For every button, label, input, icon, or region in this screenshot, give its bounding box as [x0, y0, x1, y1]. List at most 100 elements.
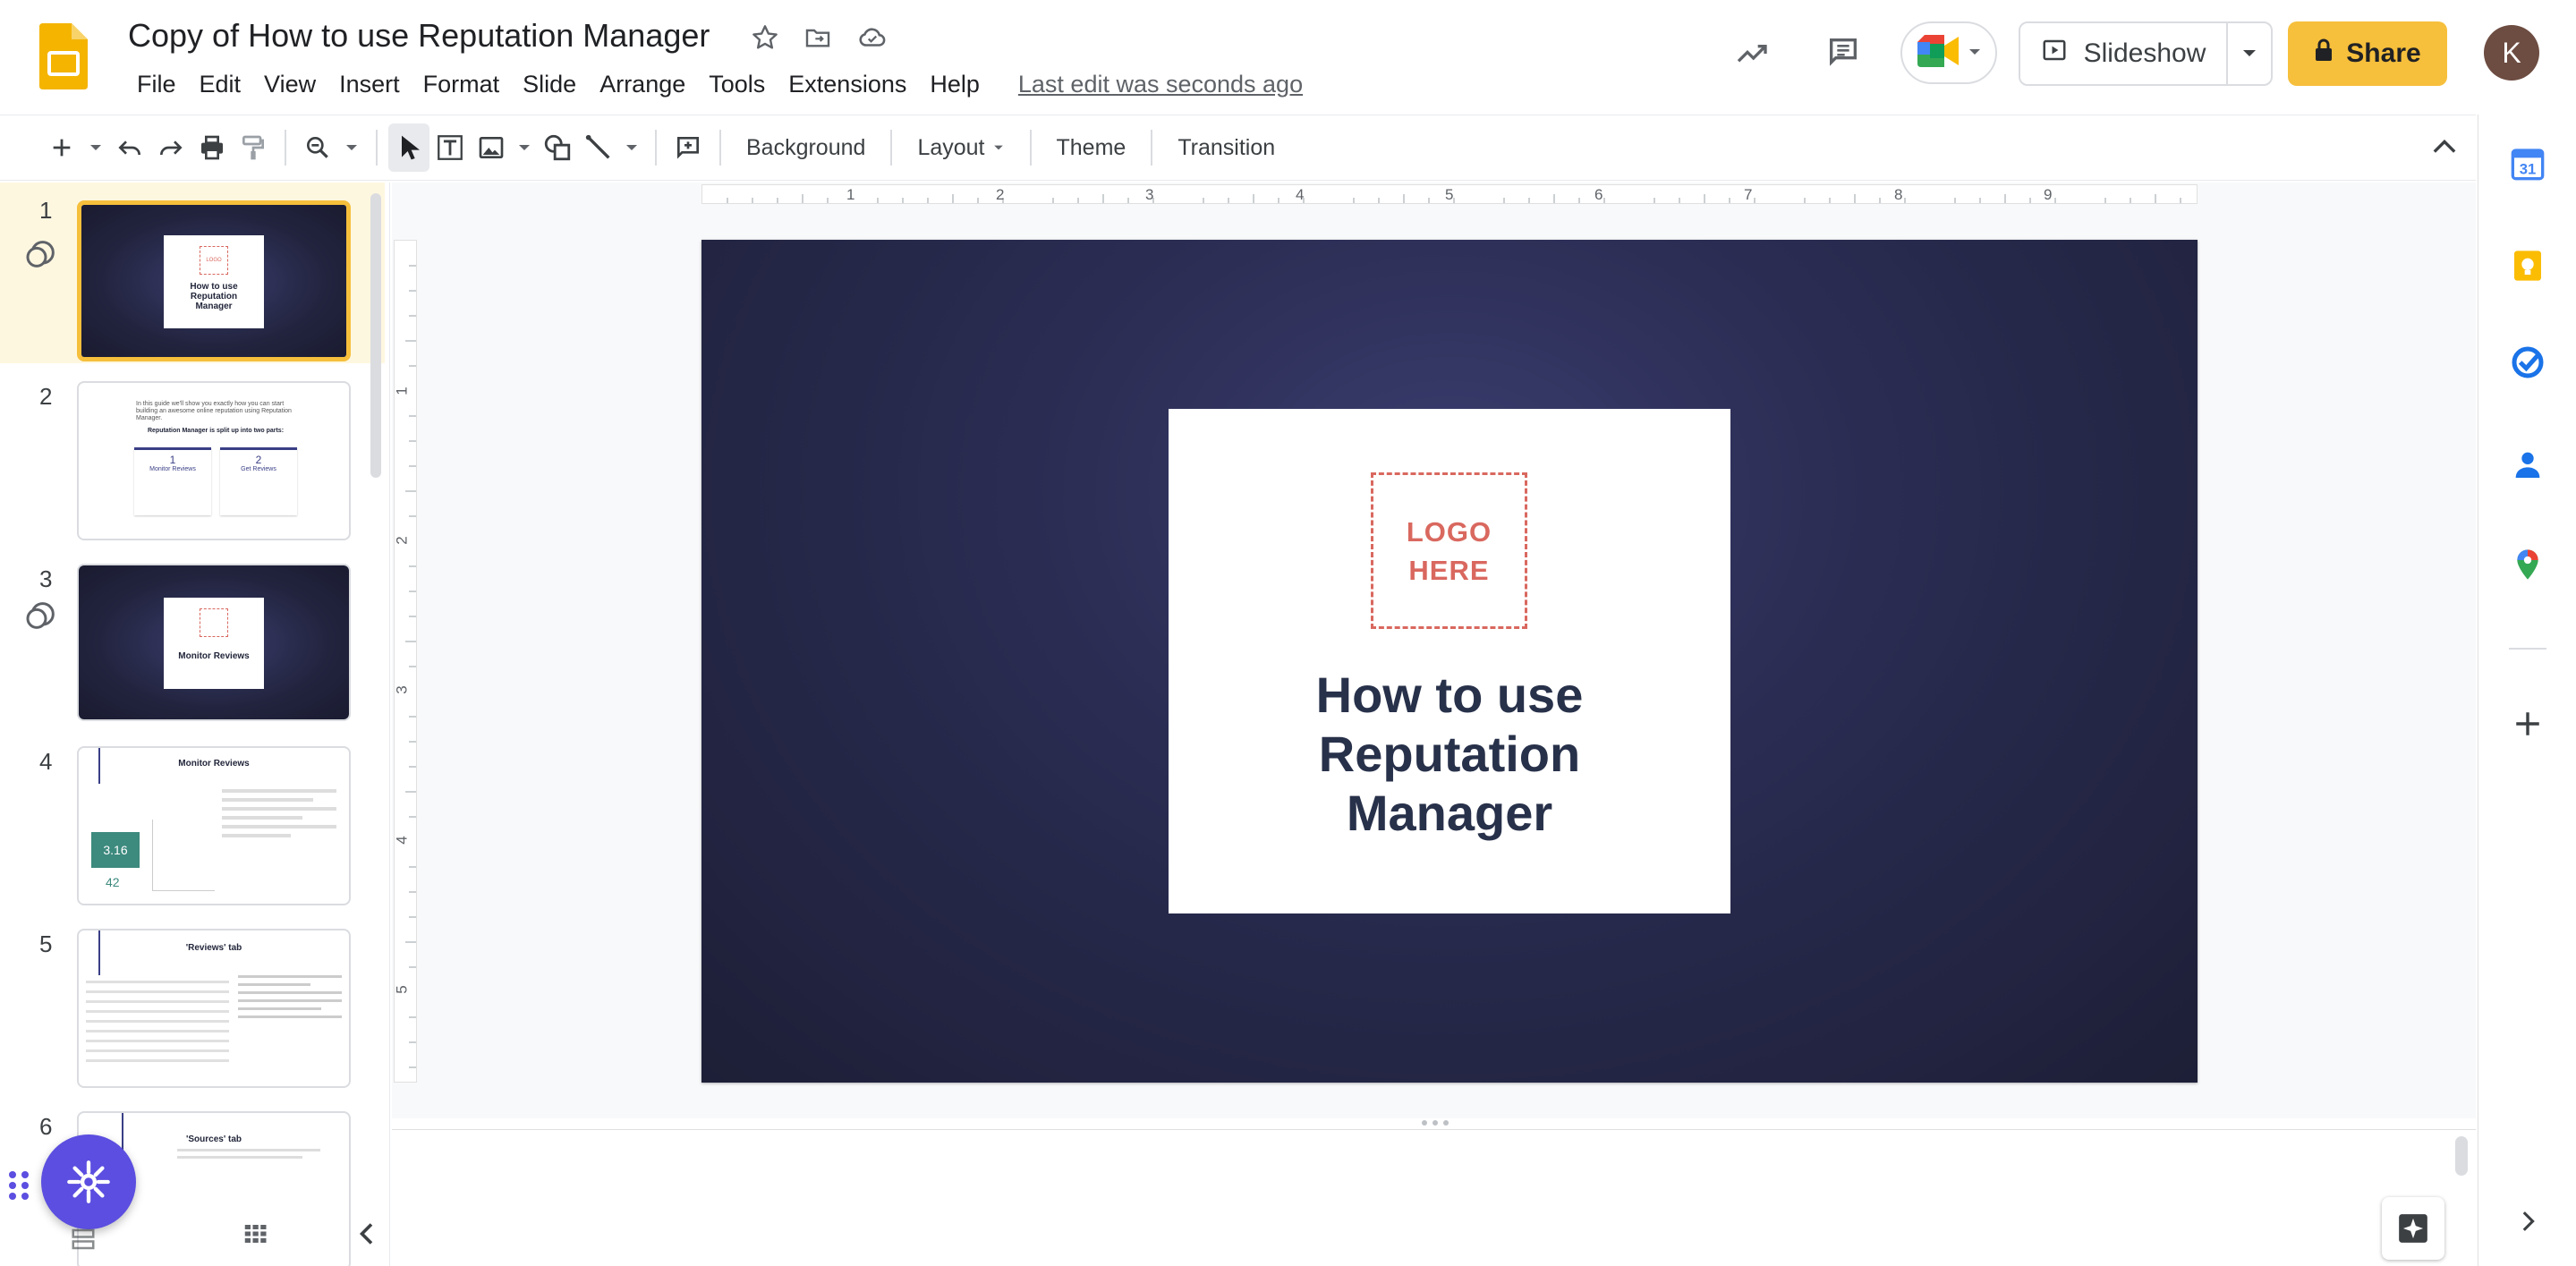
background-button[interactable]: Background [732, 135, 880, 161]
menu-format[interactable]: Format [412, 66, 512, 102]
zoom-button[interactable] [297, 123, 338, 172]
last-edit-link[interactable]: Last edit was seconds ago [1018, 66, 1303, 102]
slideshow-button[interactable]: Slideshow [2020, 23, 2226, 84]
account-avatar[interactable]: K [2484, 25, 2539, 81]
thumb-title: 'Reviews' tab [185, 943, 242, 953]
menu-edit[interactable]: Edit [188, 66, 253, 102]
toolbar-divider [1029, 130, 1032, 166]
zoom-dropdown[interactable] [338, 123, 365, 172]
menu-slide[interactable]: Slide [511, 66, 588, 102]
slide-preview: Monitor Reviews 3.16 42 [77, 746, 351, 905]
speaker-notes-panel[interactable] [392, 1129, 2476, 1266]
meet-button[interactable] [1900, 21, 1997, 84]
ruler-label: 3 [393, 685, 411, 694]
logo-placeholder[interactable]: LOGO HERE [1371, 472, 1527, 629]
menu-help[interactable]: Help [918, 66, 991, 102]
grid-view-icon[interactable] [234, 1213, 276, 1254]
slide-number: 6 [39, 1113, 53, 1140]
tasks-icon[interactable] [2505, 340, 2550, 385]
menu-arrange[interactable]: Arrange [588, 66, 697, 102]
insert-image-button[interactable] [471, 123, 512, 172]
transition-button[interactable]: Transition [1163, 135, 1289, 161]
menu-file[interactable]: File [125, 66, 188, 102]
assistant-fab-button[interactable] [41, 1134, 136, 1229]
ruler-label: 1 [393, 387, 411, 395]
hide-menus-button[interactable] [2425, 127, 2464, 166]
menu-insert[interactable]: Insert [327, 66, 412, 102]
redo-icon [160, 140, 183, 156]
layout-button[interactable]: Layout [903, 135, 1018, 161]
slide-preview: Monitor Reviews [77, 564, 351, 721]
theme-button[interactable]: Theme [1042, 135, 1141, 161]
move-to-folder-icon[interactable] [800, 20, 836, 55]
vertical-ruler[interactable]: 1 2 3 4 5 [394, 240, 417, 1083]
grip-dots-icon[interactable] [7, 1168, 32, 1203]
text-box-button[interactable] [429, 123, 471, 172]
new-slide-layout-dropdown[interactable] [82, 123, 109, 172]
image-dropdown[interactable] [512, 123, 537, 172]
thumb-count: 42 [106, 875, 120, 889]
toolbar-divider [285, 130, 286, 166]
shape-button[interactable] [537, 123, 578, 172]
ruler-label: 4 [1296, 186, 1305, 203]
ruler-label: 9 [2044, 186, 2053, 203]
toolbar-divider [655, 130, 657, 166]
select-tool-button[interactable] [388, 123, 429, 172]
filmstrip-view-icon[interactable] [63, 1219, 104, 1260]
collapse-filmstrip-icon[interactable] [345, 1213, 387, 1254]
logo-placeholder-text: LOGO HERE [1407, 513, 1492, 590]
calendar-icon[interactable]: 31 [2505, 141, 2550, 186]
redo-button[interactable] [150, 123, 191, 172]
star-icon[interactable] [747, 20, 783, 55]
thumb-part-title: Monitor Reviews [149, 466, 196, 472]
menu-view[interactable]: View [252, 66, 327, 102]
slideshow-label: Slideshow [2083, 38, 2206, 68]
slides-logo-icon[interactable] [39, 23, 88, 89]
thumb-title: Monitor Reviews [178, 759, 250, 769]
slide-number: 5 [39, 930, 53, 957]
ruler-label: 2 [393, 536, 411, 545]
notes-resize-handle[interactable] [1419, 1117, 1451, 1127]
shape-icon [544, 134, 571, 161]
ruler-label: 3 [1145, 186, 1154, 203]
slide-preview: LOGO How to use Reputation Manager [77, 200, 351, 361]
undo-button[interactable] [109, 123, 150, 172]
slideshow-button-group: Slideshow [2019, 21, 2273, 86]
layout-label: Layout [917, 134, 985, 160]
line-button[interactable] [578, 123, 619, 172]
show-side-panel-icon[interactable] [2505, 1199, 2550, 1244]
share-button[interactable]: Share [2288, 21, 2447, 86]
new-slide-button[interactable] [41, 123, 82, 172]
menu-tools[interactable]: Tools [697, 66, 777, 102]
thumb-part-card: 1 Monitor Reviews [134, 447, 211, 515]
slide-title[interactable]: How to use Reputation Manager [1199, 666, 1700, 843]
filmstrip-scrollbar[interactable] [370, 193, 381, 478]
keep-icon[interactable] [2505, 243, 2550, 288]
explore-sparkle-icon [2399, 1214, 2427, 1243]
print-button[interactable] [191, 123, 233, 172]
slide-number: 2 [39, 383, 53, 410]
slideshow-options-button[interactable] [2226, 23, 2271, 84]
ruler-label: 7 [1744, 186, 1753, 203]
notes-scrollbar[interactable] [2455, 1136, 2468, 1176]
comments-icon[interactable] [1818, 27, 1868, 77]
add-comment-button[interactable] [667, 123, 709, 172]
get-addons-icon[interactable] [2505, 701, 2550, 746]
cloud-saved-icon[interactable] [854, 20, 890, 55]
maps-icon[interactable] [2505, 542, 2550, 587]
explore-button[interactable] [2382, 1197, 2444, 1260]
horizontal-ruler[interactable]: 1 2 3 4 5 6 7 8 9 [701, 184, 2198, 204]
ruler-label: 5 [1445, 186, 1454, 203]
undo-icon [118, 140, 140, 156]
toolbar-divider [1151, 130, 1153, 166]
svg-text:31: 31 [2520, 161, 2537, 178]
print-icon [201, 135, 223, 160]
activity-dashboard-icon[interactable] [1727, 29, 1777, 79]
menu-extensions[interactable]: Extensions [777, 66, 918, 102]
contacts-icon[interactable] [2505, 442, 2550, 487]
line-dropdown[interactable] [619, 123, 644, 172]
paint-format-button[interactable] [233, 123, 274, 172]
document-title[interactable]: Copy of How to use Reputation Manager [128, 16, 710, 55]
meet-icon [1916, 33, 1962, 73]
linked-slide-icon [23, 236, 59, 272]
